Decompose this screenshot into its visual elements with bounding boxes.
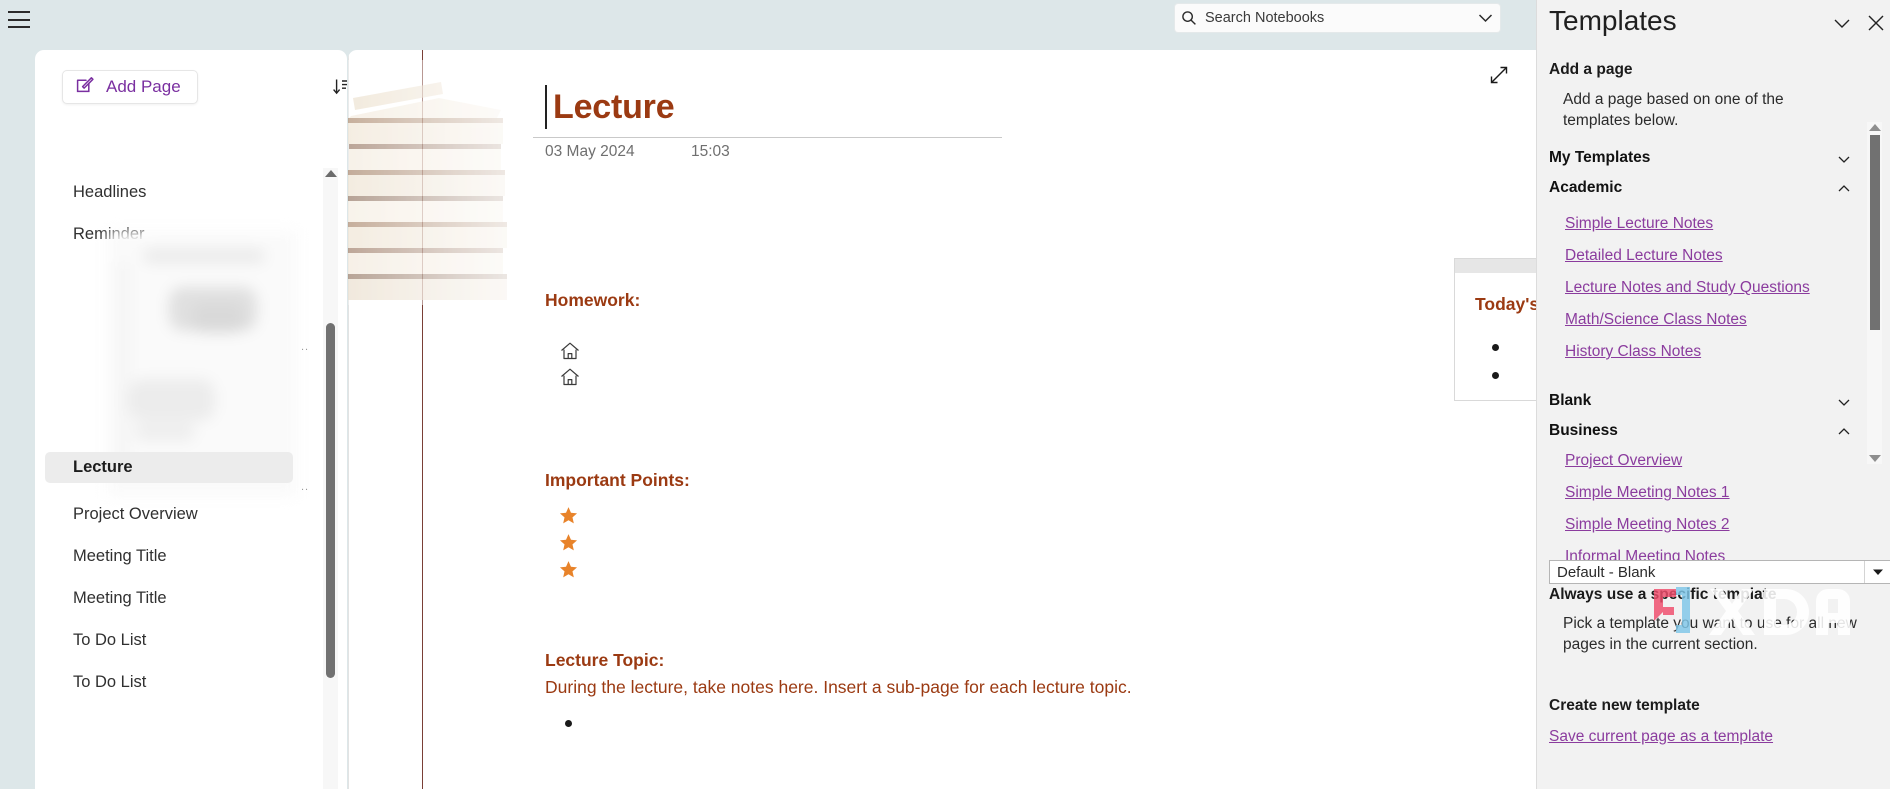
list-item-label: Headlines [73,183,147,201]
template-group-label: My Templates [1549,149,1651,166]
list-item-headlines[interactable]: Headlines [45,177,293,208]
section-heading-lecture-topic[interactable]: Lecture Topic: [545,650,664,671]
section-heading-todays-topics[interactable]: Today's Topics: [1475,294,1536,315]
list-item-project-overview[interactable]: Project Overview [45,499,293,530]
chevron-down-icon[interactable] [1837,151,1851,169]
top-bar [0,0,1536,40]
search-input[interactable] [1203,5,1470,31]
expand-diagonal-icon[interactable] [1484,60,1514,90]
note-canvas: Lecture 03 May 2024 15:03 Homework: Impo… [348,50,1536,789]
always-use-heading: Always use a specific template [1549,586,1777,603]
templates-panel: Templates Add a page Add a page based on… [1536,0,1890,789]
search-container [1175,4,1500,32]
templates-scrollbar[interactable] [1867,122,1882,464]
template-group-label: Academic [1549,179,1623,196]
caret-down-icon[interactable] [1864,561,1890,583]
template-group-blank[interactable]: Blank [1549,390,1857,412]
triangle-down-icon[interactable] [1869,455,1881,462]
list-item-meeting-title-2[interactable]: Meeting Title [45,583,293,614]
create-new-template-heading: Create new template [1549,697,1700,714]
star-icon [559,507,578,524]
search-box[interactable] [1175,4,1500,32]
star-icon [559,534,578,551]
default-template-select[interactable]: Default - Blank [1549,560,1890,584]
scrollbar-thumb[interactable] [326,323,335,678]
template-group-academic[interactable]: Academic [1549,177,1857,199]
dot-bullet [565,720,572,727]
list-item-meeting-title-1[interactable]: Meeting Title [45,541,293,572]
add-a-page-heading: Add a page [1549,61,1633,78]
page-title[interactable]: Lecture [545,85,675,129]
default-template-value: Default - Blank [1557,563,1656,581]
list-item-label: To Do List [73,673,147,691]
page-list-panel: Add Page Headlines Reminder [35,50,347,789]
template-group-business[interactable]: Business [1549,420,1857,442]
template-link-detailed-lecture-notes[interactable]: Detailed Lecture Notes [1565,247,1723,265]
star-icon [559,561,578,578]
chevron-up-icon[interactable] [1837,181,1851,199]
chevron-up-icon[interactable] [1837,424,1851,442]
sort-descending-icon[interactable] [325,71,347,103]
lecture-topic-body[interactable]: During the lecture, take notes here. Ins… [545,677,1132,698]
note-title-area: Lecture [533,85,1065,138]
list-item-label: To Do List [73,631,147,649]
drag-handle-dots[interactable]: ···· [1455,259,1536,273]
note-time: 15:03 [691,143,730,160]
dot-bullet [1492,344,1499,351]
list-item-lecture[interactable]: Lecture [45,452,293,483]
template-link-simple-meeting-notes-1[interactable]: Simple Meeting Notes 1 [1565,484,1730,502]
section-heading-important-points[interactable]: Important Points: [545,470,690,491]
stack-of-books-image [348,60,556,305]
templates-panel-title: Templates [1549,5,1677,36]
always-use-text: Pick a template you want to use for all … [1563,615,1857,653]
chevron-down-icon[interactable] [1470,13,1500,23]
close-icon[interactable] [1867,14,1885,37]
triangle-up-icon[interactable] [325,170,337,177]
house-icon [561,368,579,386]
note-timestamp: 03 May 2024 15:03 [545,143,730,161]
page-list-toolbar: Add Page [35,70,347,110]
list-item-label: Meeting Title [73,547,167,565]
search-icon [1175,10,1203,26]
list-item-label: Meeting Title [73,589,167,607]
list-item-label: Lecture [73,458,133,476]
app-root: Add Page Headlines Reminder [0,0,1890,789]
template-group-my-templates[interactable]: My Templates [1549,147,1857,169]
template-link-lecture-notes-and-study-questions[interactable]: Lecture Notes and Study Questions [1565,279,1810,297]
add-a-page-text: Add a page based on one of the templates… [1563,91,1784,129]
template-link-history-class-notes[interactable]: History Class Notes [1565,343,1701,361]
note-date: 03 May 2024 [545,143,635,160]
add-page-label: Add Page [106,77,181,96]
list-item-to-do-list-2[interactable]: To Do List [45,667,293,698]
preview-dots-top: .. [301,341,310,353]
dot-bullet [1492,372,1499,379]
compose-icon [75,75,95,100]
list-item-to-do-list-1[interactable]: To Do List [45,625,293,656]
scrollbar-thumb[interactable] [1870,135,1880,330]
hamburger-icon[interactable] [8,11,30,28]
add-page-button[interactable]: Add Page [62,70,198,104]
template-link-simple-lecture-notes[interactable]: Simple Lecture Notes [1565,215,1713,233]
template-link-math-science-class-notes[interactable]: Math/Science Class Notes [1565,311,1747,329]
template-group-label: Business [1549,422,1618,439]
triangle-up-icon[interactable] [1869,124,1881,131]
house-icon [561,342,579,360]
save-current-page-as-template-link[interactable]: Save current page as a template [1549,728,1773,746]
chevron-down-icon[interactable] [1832,16,1852,35]
chevron-down-icon[interactable] [1837,394,1851,412]
template-link-simple-meeting-notes-2[interactable]: Simple Meeting Notes 2 [1565,516,1730,534]
page-list-scrollbar[interactable] [323,168,338,789]
template-link-project-overview[interactable]: Project Overview [1565,452,1682,470]
note-container-todays-topics[interactable]: ···· Today's Topics: [1454,258,1536,401]
preview-dots-bottom: .. [301,481,310,493]
title-divider [533,137,1002,138]
section-heading-homework[interactable]: Homework: [545,290,640,311]
list-item-label: Project Overview [73,505,198,523]
template-group-label: Blank [1549,392,1592,409]
